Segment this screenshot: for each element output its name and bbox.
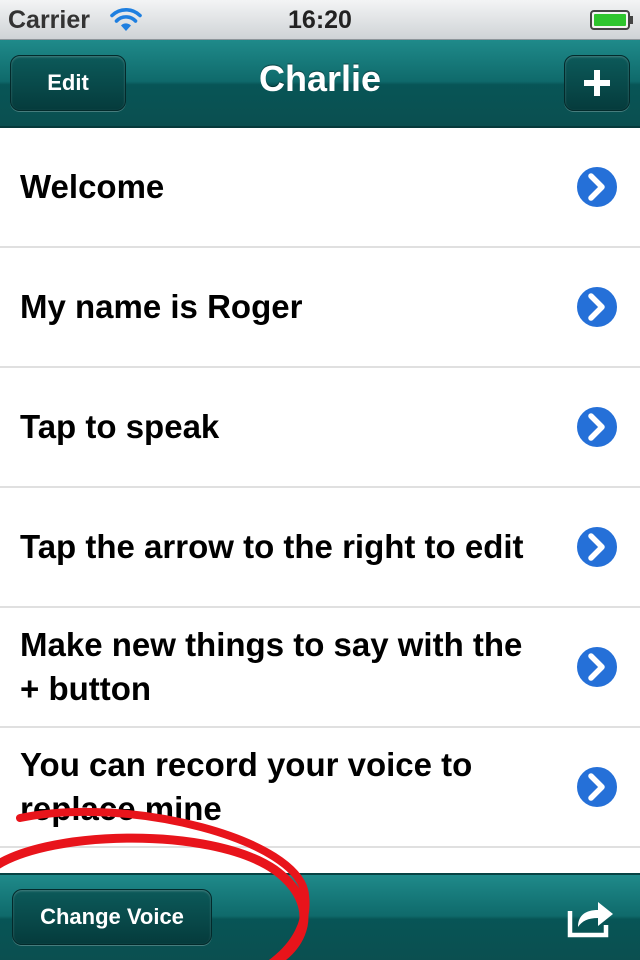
- phrase-row[interactable]: You can record your voice to replace min…: [0, 728, 640, 848]
- phrase-label: Tap the arrow to the right to edit: [20, 528, 524, 565]
- disclosure-arrow-icon[interactable]: [574, 404, 620, 450]
- battery-icon: [590, 10, 633, 30]
- disclosure-arrow-icon[interactable]: [574, 524, 620, 570]
- change-voice-button[interactable]: Change Voice: [12, 889, 212, 945]
- phrase-label: You can record your voice to replace min…: [20, 746, 473, 827]
- edit-button-label: Edit: [47, 70, 89, 95]
- status-time: 16:20: [288, 6, 352, 34]
- phrase-label: Make new things to say with the + button: [20, 626, 523, 707]
- phrase-row[interactable]: Tap the arrow to the right to edit: [0, 488, 640, 608]
- add-button[interactable]: [564, 55, 630, 111]
- phrase-label: Tap to speak: [20, 408, 220, 445]
- disclosure-arrow-icon[interactable]: [574, 164, 620, 210]
- bottom-toolbar: Change Voice: [0, 873, 640, 960]
- share-icon[interactable]: [566, 897, 616, 939]
- phrase-list: Welcome My name is Roger Tap to speak Ta…: [0, 128, 640, 873]
- page-title: Charlie: [258, 58, 382, 99]
- phrase-row[interactable]: Tap to speak: [0, 368, 640, 488]
- status-bar: Carrier 16:20: [0, 0, 640, 40]
- plus-icon: [584, 70, 610, 96]
- phrase-label: Welcome: [20, 168, 165, 205]
- disclosure-arrow-icon[interactable]: [574, 764, 620, 810]
- app-screen: Carrier 16:20 Edit Charlie Welcome My na…: [0, 0, 640, 960]
- phrase-row-partial[interactable]: [0, 848, 640, 873]
- phrase-row[interactable]: Welcome: [0, 128, 640, 248]
- phrase-row[interactable]: My name is Roger: [0, 248, 640, 368]
- edit-button[interactable]: Edit: [10, 55, 126, 111]
- disclosure-arrow-icon[interactable]: [574, 644, 620, 690]
- phrase-row[interactable]: Make new things to say with the + button: [0, 608, 640, 728]
- phrase-label: My name is Roger: [20, 288, 303, 325]
- change-voice-label: Change Voice: [40, 904, 184, 929]
- navigation-bar: Edit Charlie: [0, 40, 640, 128]
- disclosure-arrow-icon[interactable]: [574, 284, 620, 330]
